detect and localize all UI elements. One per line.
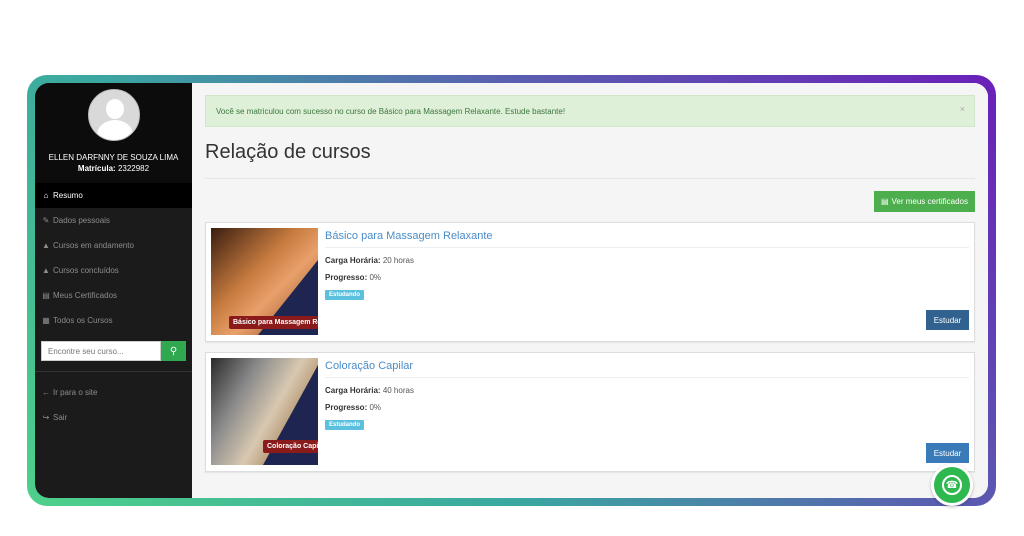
sidebar-item-label: Todos os Cursos	[53, 316, 113, 325]
status-badge: Estudando	[325, 290, 364, 300]
pencil-icon: ✎	[42, 216, 50, 225]
sign-out-icon: ↪	[42, 413, 50, 422]
workload-value: 40 horas	[382, 386, 414, 395]
inbox-icon: ▤	[42, 291, 50, 300]
workload-label: Carga Horária:	[325, 256, 381, 265]
status-badge: Estudando	[325, 420, 364, 430]
home-icon: ⌂	[43, 191, 49, 200]
profile-matricula: Matrícula: 2322982	[35, 164, 192, 173]
sidebar-item-label: Cursos em andamento	[53, 241, 134, 250]
sidebar-item-label: Sair	[53, 413, 68, 422]
course-workload: Carga Horária: 20 horas	[325, 256, 969, 265]
sidebar-item-ir-para-site[interactable]: ← Ir para o site	[35, 380, 192, 405]
sidebar-item-sair[interactable]: ↪ Sair	[35, 405, 192, 430]
whatsapp-icon: ☎	[942, 475, 962, 495]
matricula-value: 2322982	[117, 164, 150, 173]
page-title: Relação de cursos	[205, 141, 371, 163]
sidebar-item-label: Resumo	[53, 191, 83, 200]
thumbnail-label: Coloração Capilar	[263, 440, 318, 453]
gradient-frame: ELLEN DARFNNY DE SOUZA LIMA Matrícula: 2…	[27, 75, 996, 506]
search-button[interactable]: ⚲	[161, 341, 186, 361]
course-search: ⚲	[41, 341, 186, 361]
profile-name: ELLEN DARFNNY DE SOUZA LIMA	[48, 153, 179, 162]
course-info: Básico para Massagem Relaxante Carga Hor…	[318, 228, 969, 336]
view-certificates-label: Ver meus certificados	[891, 197, 968, 206]
progress-value: 0%	[369, 403, 382, 412]
sidebar-item-label: Ir para o site	[53, 388, 98, 397]
close-icon[interactable]: ×	[960, 104, 965, 114]
course-thumbnail[interactable]: Básico para Massagem Relaxante	[211, 228, 318, 335]
sidebar-item-resumo[interactable]: ⌂ Resumo	[35, 183, 192, 208]
alert-message: Você se matriculou com sucesso no curso …	[216, 106, 566, 116]
progress-value: 0%	[369, 273, 382, 282]
sidebar-item-cursos-andamento[interactable]: ▲ Cursos em andamento	[35, 233, 192, 258]
course-title-link[interactable]: Coloração Capilar	[325, 360, 969, 378]
course-workload: Carga Horária: 40 horas	[325, 386, 969, 395]
workload-value: 20 horas	[382, 256, 414, 265]
course-card: Coloração Capilar Coloração Capilar Carg…	[205, 352, 975, 472]
sidebar-item-label: Meus Certificados	[53, 291, 118, 300]
course-progress: Progresso: 0%	[325, 403, 969, 412]
search-input[interactable]	[41, 341, 161, 361]
title-divider	[205, 178, 975, 179]
grid-icon: ▦	[42, 316, 50, 325]
sidebar-item-meus-certificados[interactable]: ▤ Meus Certificados	[35, 283, 192, 308]
whatsapp-button[interactable]: ☎	[931, 464, 973, 506]
sidebar-item-cursos-concluidos[interactable]: ▲ Cursos concluídos	[35, 258, 192, 283]
matricula-label: Matrícula:	[77, 164, 116, 173]
progress-label: Progresso:	[325, 273, 368, 282]
thumbnail-label: Básico para Massagem Relaxante	[229, 316, 318, 329]
sidebar-divider	[35, 371, 192, 372]
course-info: Coloração Capilar Carga Horária: 40 hora…	[318, 358, 969, 466]
study-button[interactable]: Estudar	[926, 310, 969, 330]
search-icon: ⚲	[169, 345, 178, 357]
inbox-icon: ▤	[880, 197, 889, 206]
view-certificates-button[interactable]: ▤ Ver meus certificados	[873, 191, 975, 212]
sidebar: ELLEN DARFNNY DE SOUZA LIMA Matrícula: 2…	[35, 83, 192, 498]
course-title-link[interactable]: Básico para Massagem Relaxante	[325, 230, 969, 248]
cert-row: ▤ Ver meus certificados	[205, 191, 975, 212]
avatar	[87, 89, 140, 141]
main-content: Você se matriculou com sucesso no curso …	[192, 83, 988, 498]
arrow-left-icon: ←	[42, 388, 50, 397]
sidebar-item-dados-pessoais[interactable]: ✎ Dados pessoais	[35, 208, 192, 233]
study-button[interactable]: Estudar	[926, 443, 969, 463]
course-thumbnail[interactable]: Coloração Capilar	[211, 358, 318, 465]
sidebar-item-label: Dados pessoais	[53, 216, 110, 225]
app-window: ELLEN DARFNNY DE SOUZA LIMA Matrícula: 2…	[35, 83, 988, 498]
success-alert: Você se matriculou com sucesso no curso …	[205, 95, 975, 127]
course-card: Básico para Massagem Relaxante Básico pa…	[205, 222, 975, 342]
workload-label: Carga Horária:	[325, 386, 381, 395]
sidebar-item-label: Cursos concluídos	[53, 266, 119, 275]
course-progress: Progresso: 0%	[325, 273, 969, 282]
sidebar-item-todos-cursos[interactable]: ▦ Todos os Cursos	[35, 308, 192, 333]
profile-panel: ELLEN DARFNNY DE SOUZA LIMA Matrícula: 2…	[35, 83, 192, 183]
progress-label: Progresso:	[325, 403, 368, 412]
graduation-cap-icon: ▲	[42, 266, 50, 275]
graduation-cap-icon: ▲	[42, 241, 50, 250]
